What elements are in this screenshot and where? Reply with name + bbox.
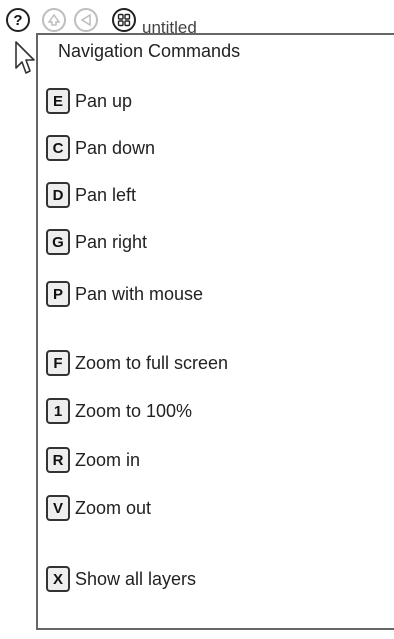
shortcut-key: D: [46, 182, 70, 208]
menu-item-label: Pan left: [75, 185, 137, 205]
back-button[interactable]: [74, 8, 98, 32]
menu-item-pan-left[interactable]: D Pan left: [46, 181, 376, 209]
overview-button[interactable]: [112, 8, 136, 32]
help-button[interactable]: ?: [6, 8, 30, 32]
toolbar: ? untitled: [0, 0, 394, 36]
menu-title: Navigation Commands: [58, 41, 241, 61]
pointer-cursor-icon: [15, 41, 35, 74]
menu-item-label: Zoom to 100%: [75, 401, 193, 421]
menu-item-zoom-full-screen[interactable]: F Zoom to full screen: [46, 349, 376, 377]
grid-icon: [117, 13, 131, 27]
shortcut-key: C: [46, 135, 70, 161]
menu-item-label: Zoom to full screen: [75, 353, 229, 373]
app-window: ? untitled Navigation Commands E Pan up …: [0, 0, 394, 639]
menu-item-show-all-layers[interactable]: X Show all layers: [46, 565, 376, 593]
menu-item-pan-up[interactable]: E Pan up: [46, 87, 376, 115]
menu-item-label: Zoom in: [75, 450, 141, 470]
up-arrow-icon: [47, 13, 61, 26]
menu-item-label: Pan down: [75, 138, 156, 158]
menu-item-pan-with-mouse[interactable]: P Pan with mouse: [46, 280, 376, 308]
menu-item-pan-down[interactable]: C Pan down: [46, 134, 376, 162]
menu-item-label: Pan up: [75, 91, 133, 111]
menu-item-pan-right[interactable]: G Pan right: [46, 228, 376, 256]
menu-item-zoom-in[interactable]: R Zoom in: [46, 446, 376, 474]
menu-item-label: Show all layers: [75, 569, 197, 589]
menu-item-label: Pan with mouse: [75, 284, 204, 304]
menu-item-label: Pan right: [75, 232, 148, 252]
shortcut-key: X: [46, 566, 70, 592]
menu-item-label: Zoom out: [75, 498, 152, 518]
shortcut-key: R: [46, 447, 70, 473]
menu-item-zoom-100[interactable]: 1 Zoom to 100%: [46, 397, 376, 425]
navigation-commands-menu: Navigation Commands E Pan up C Pan down …: [36, 33, 394, 630]
shortcut-key: V: [46, 495, 70, 521]
help-icon: ?: [13, 11, 23, 29]
shortcut-key: E: [46, 88, 70, 114]
shortcut-key: G: [46, 229, 70, 255]
up-button[interactable]: [42, 8, 66, 32]
menu-item-zoom-out[interactable]: V Zoom out: [46, 494, 376, 522]
shortcut-key: P: [46, 281, 70, 307]
shortcut-key: 1: [46, 398, 70, 424]
shortcut-key: F: [46, 350, 70, 376]
back-arrow-icon: [80, 13, 91, 27]
